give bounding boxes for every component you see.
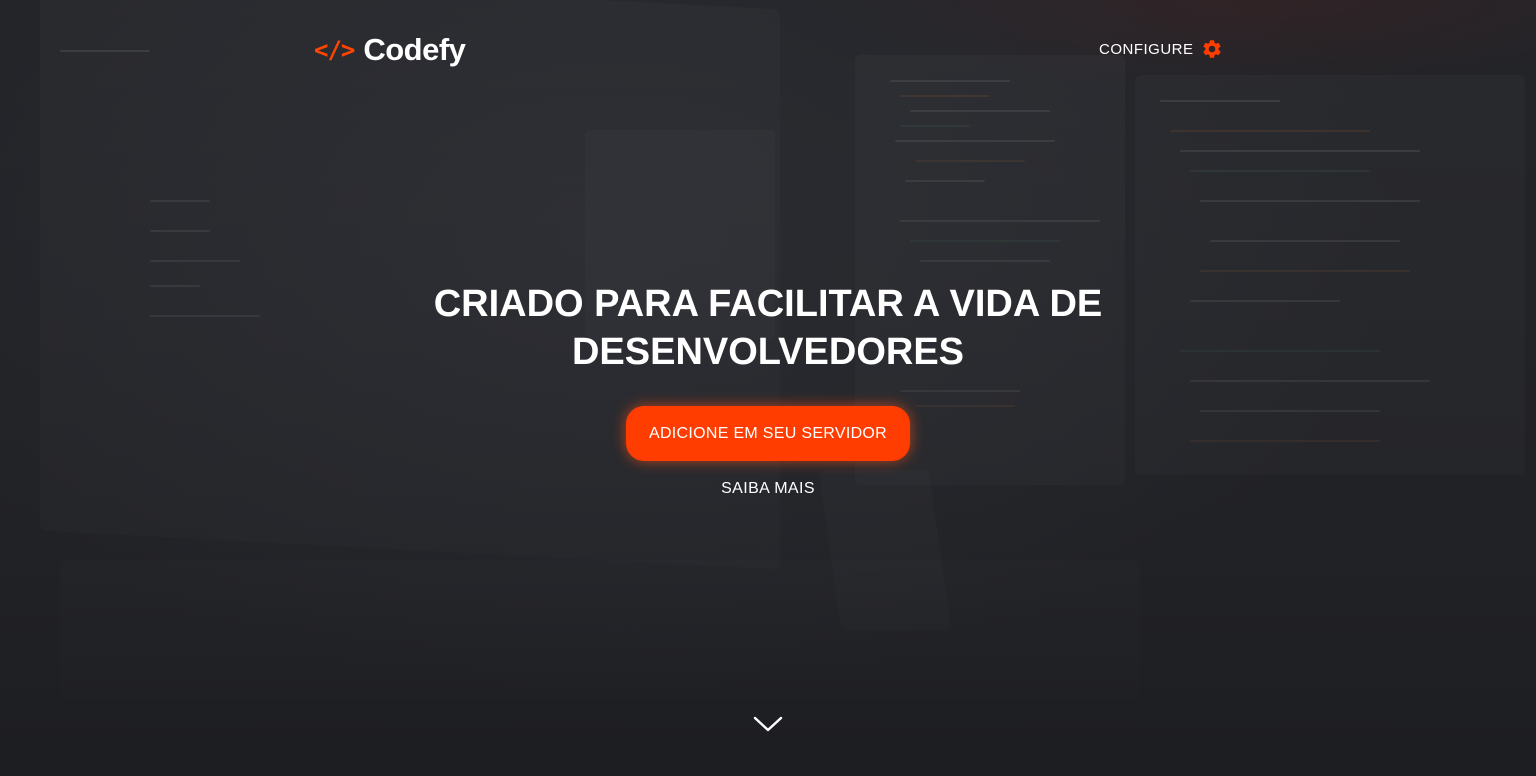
code-brackets-icon: </> [314,36,355,64]
hero-title: CRIADO PARA FACILITAR A VIDA DE DESENVOL… [433,283,1103,373]
brand-name: Codefy [363,32,466,67]
add-to-server-button[interactable]: ADICIONE EM SEU SERVIDOR [626,406,910,461]
hero-section: CRIADO PARA FACILITAR A VIDA DE DESENVOL… [0,280,1536,376]
learn-more-link[interactable]: SAIBA MAIS [0,480,1536,498]
background-photo [0,0,1536,776]
configure-link[interactable]: CONFIGURE [1099,38,1223,60]
brand-logo[interactable]: </> Codefy [314,32,466,68]
gear-icon [1202,40,1221,58]
configure-label: CONFIGURE [1099,40,1194,58]
chevron-down-icon[interactable] [752,712,784,734]
